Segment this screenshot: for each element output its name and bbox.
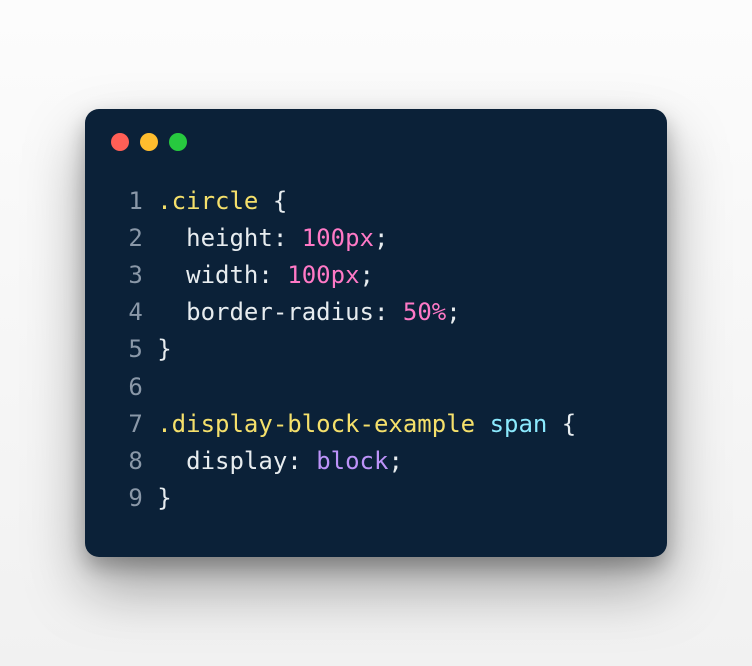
token: : [273, 224, 302, 252]
code-line: 2 height: 100px; [111, 220, 641, 257]
line-number: 3 [111, 257, 143, 294]
line-number: 1 [111, 183, 143, 220]
token: 100px [287, 261, 359, 289]
token: display [186, 447, 287, 475]
line-content: border-radius: 50%; [157, 294, 460, 331]
token: width [186, 261, 258, 289]
token: : [287, 447, 316, 475]
token [157, 261, 186, 289]
line-number: 6 [111, 369, 143, 406]
token: { [547, 410, 576, 438]
token [157, 298, 186, 326]
minimize-icon[interactable] [140, 133, 158, 151]
token: ; [374, 224, 388, 252]
code-line: 3 width: 100px; [111, 257, 641, 294]
token: border-radius [186, 298, 374, 326]
token: { [258, 187, 287, 215]
code-line: 6 [111, 369, 641, 406]
token: ; [446, 298, 460, 326]
close-icon[interactable] [111, 133, 129, 151]
token: : [374, 298, 403, 326]
line-number: 7 [111, 406, 143, 443]
token: 100px [302, 224, 374, 252]
line-content: height: 100px; [157, 220, 388, 257]
line-number: 2 [111, 220, 143, 257]
token [475, 410, 489, 438]
token: .display-block-example [157, 410, 475, 438]
line-content: } [157, 480, 171, 517]
token: } [157, 335, 171, 363]
line-number: 8 [111, 443, 143, 480]
token: ; [388, 447, 402, 475]
token: span [490, 410, 548, 438]
token: : [258, 261, 287, 289]
line-content: } [157, 331, 171, 368]
line-number: 5 [111, 331, 143, 368]
token: height [186, 224, 273, 252]
code-line: 1 .circle { [111, 183, 641, 220]
line-number: 4 [111, 294, 143, 331]
line-content: width: 100px; [157, 257, 374, 294]
code-line: 4 border-radius: 50%; [111, 294, 641, 331]
code-line: 9} [111, 480, 641, 517]
zoom-icon[interactable] [169, 133, 187, 151]
code-line: 5} [111, 331, 641, 368]
token: } [157, 484, 171, 512]
line-number: 9 [111, 480, 143, 517]
line-content: .circle { [157, 183, 287, 220]
line-content: display: block; [157, 443, 403, 480]
code-window: 1.circle {2 height: 100px;3 width: 100px… [85, 109, 667, 558]
line-content: .display-block-example span { [157, 406, 576, 443]
code-line: 7 .display-block-example span { [111, 406, 641, 443]
code-line: 8 display: block; [111, 443, 641, 480]
token: ; [360, 261, 374, 289]
token: .circle [157, 187, 258, 215]
token: block [316, 447, 388, 475]
token [157, 447, 186, 475]
token [157, 224, 186, 252]
window-titlebar [85, 109, 667, 161]
token: 50% [403, 298, 446, 326]
code-block: 1.circle {2 height: 100px;3 width: 100px… [85, 161, 667, 528]
